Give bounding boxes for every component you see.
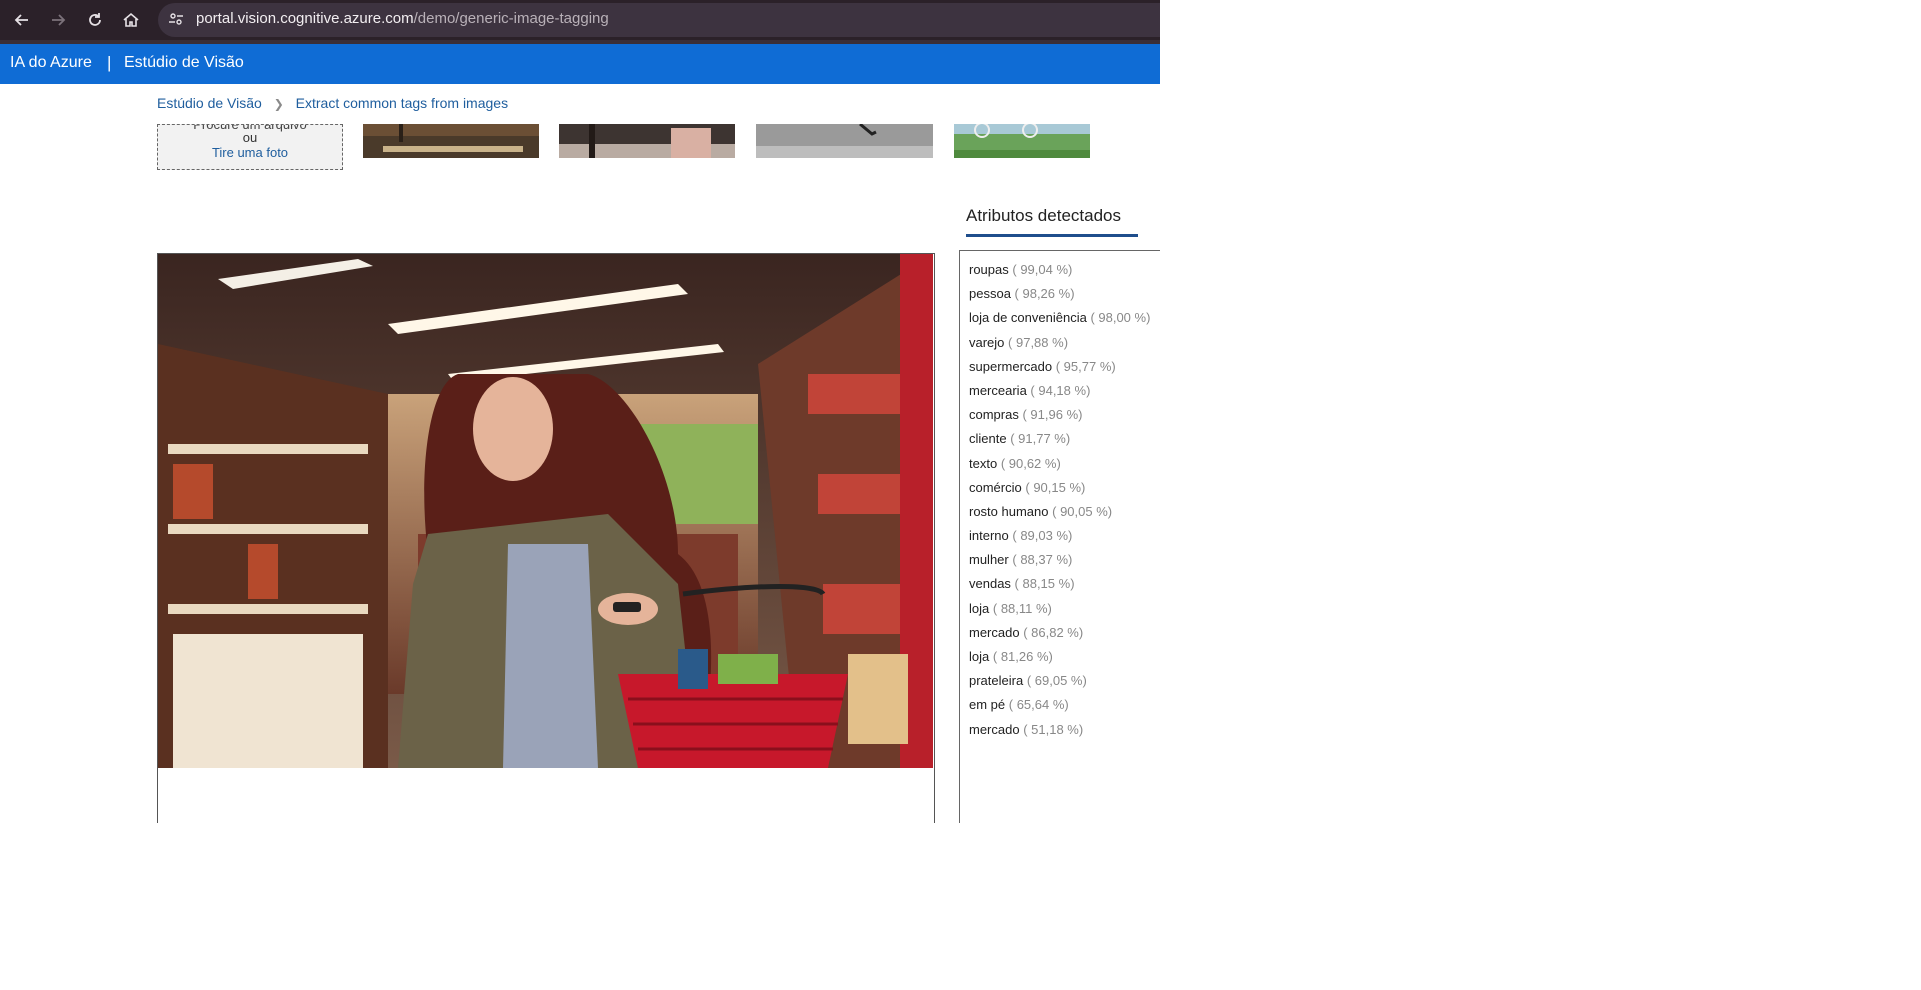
- tab-underline: [966, 234, 1138, 237]
- list-item: supermercado ( 95,77 %): [969, 358, 1116, 374]
- list-item: loja de conveniência ( 98,00 %): [969, 310, 1151, 326]
- breadcrumb: Estúdio de Visão ❯ Extract common tags f…: [157, 95, 508, 111]
- forward-arrow-icon[interactable]: [48, 10, 68, 30]
- brand-link[interactable]: IA do Azure: [10, 54, 92, 72]
- browser-toolbar: portal.vision.cognitive.azure.com/demo/g…: [0, 0, 1160, 40]
- detected-tags-list: roupas ( 99,04 %) pessoa ( 98,26 %) loja…: [969, 260, 1150, 744]
- upload-or-text: ou: [242, 130, 258, 145]
- sample-thumbnail-3[interactable]: [756, 124, 933, 158]
- list-item: comércio ( 90,15 %): [969, 479, 1086, 495]
- url-text[interactable]: portal.vision.cognitive.azure.com/demo/g…: [196, 10, 609, 27]
- list-item: mercado ( 86,82 %): [969, 624, 1084, 640]
- take-photo-link[interactable]: Tire uma foto: [158, 145, 342, 160]
- list-item: mercearia ( 94,18 %): [969, 382, 1091, 398]
- list-item: pessoa ( 98,26 %): [969, 286, 1075, 302]
- upload-dropzone[interactable]: Procure um arquivo ou Tire uma foto: [157, 124, 343, 170]
- list-item: prateleira ( 69,05 %): [969, 673, 1087, 689]
- list-item: roupas ( 99,04 %): [969, 262, 1073, 277]
- home-icon[interactable]: [121, 10, 141, 30]
- list-item: texto ( 90,62 %): [969, 455, 1061, 471]
- list-item: em pé ( 65,64 %): [969, 697, 1069, 713]
- url-host: portal.vision.cognitive.azure.com: [196, 10, 414, 27]
- list-item: loja ( 88,11 %): [969, 600, 1052, 616]
- back-arrow-icon[interactable]: [12, 10, 32, 30]
- reload-icon[interactable]: [85, 10, 105, 30]
- detected-tags-heading: Atributos detectados: [966, 206, 1121, 225]
- app-header: IA do Azure | Estúdio de Visão: [0, 44, 1160, 84]
- list-item: rosto humano ( 90,05 %): [969, 503, 1113, 519]
- list-item: cliente ( 91,77 %): [969, 431, 1071, 447]
- url-path: /demo/generic-image-tagging: [413, 10, 609, 27]
- site-settings-icon[interactable]: [168, 11, 184, 27]
- list-item: compras ( 91,96 %): [969, 407, 1083, 423]
- product-link[interactable]: Estúdio de Visão: [124, 54, 244, 72]
- list-item: vendas ( 88,15 %): [969, 576, 1075, 592]
- list-item: loja ( 81,26 %): [969, 649, 1053, 664]
- list-item: mercado ( 51,18 %): [969, 721, 1084, 737]
- list-item: interno ( 89,03 %): [969, 528, 1073, 544]
- browser-window: portal.vision.cognitive.azure.com/demo/g…: [0, 0, 1160, 823]
- analyzed-image: [158, 254, 933, 768]
- header-separator: |: [107, 53, 112, 72]
- sample-thumbnail-2[interactable]: [559, 124, 735, 158]
- list-item: varejo ( 97,88 %): [969, 334, 1069, 350]
- sample-thumbnail-1[interactable]: [363, 124, 539, 158]
- breadcrumb-current[interactable]: Extract common tags from images: [296, 95, 508, 111]
- chevron-right-icon: ❯: [273, 97, 284, 111]
- breadcrumb-home[interactable]: Estúdio de Visão: [157, 95, 262, 111]
- sample-thumbnail-4[interactable]: [954, 124, 1090, 158]
- list-item: mulher ( 88,37 %): [969, 552, 1073, 568]
